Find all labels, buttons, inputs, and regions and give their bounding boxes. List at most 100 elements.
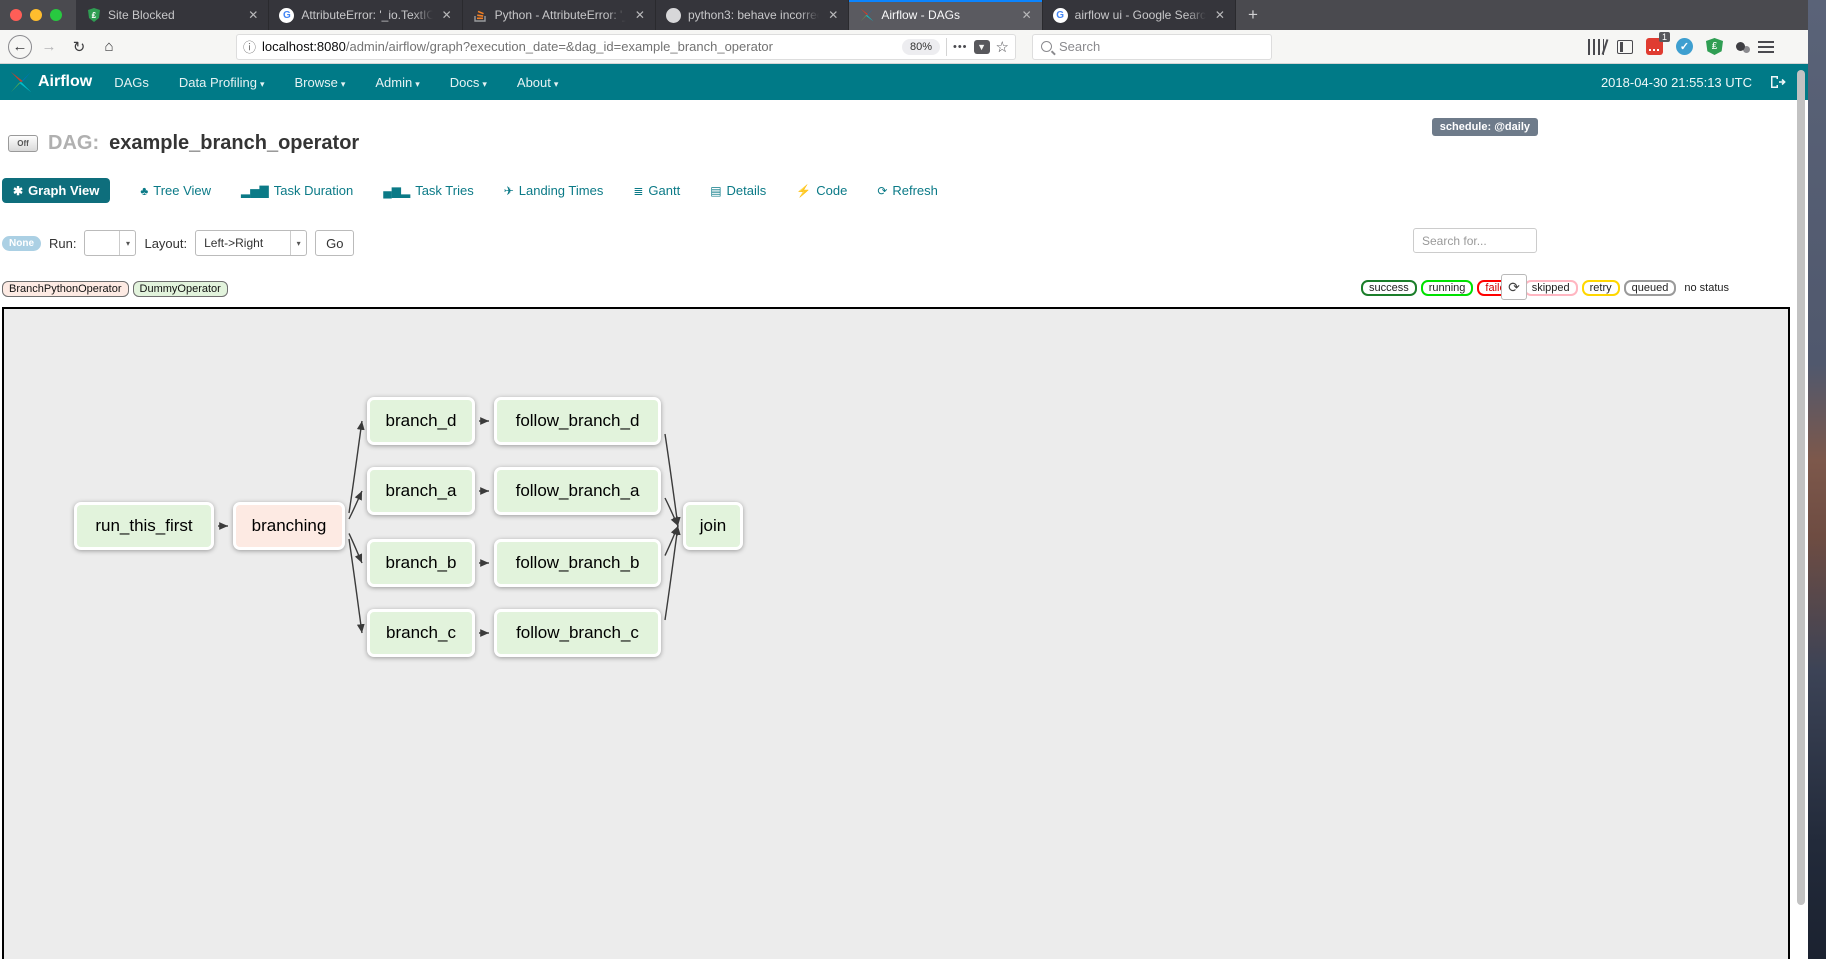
close-window-button[interactable] [10, 9, 22, 21]
nav-item-data-profiling[interactable]: Data Profiling▾ [179, 75, 265, 90]
logout-icon[interactable] [1770, 75, 1786, 89]
close-icon[interactable]: ✕ [440, 8, 454, 22]
forward-icon[interactable]: → [36, 34, 62, 60]
task-search-input[interactable]: Search for... [1413, 228, 1537, 253]
task-node-follow_branch_d[interactable]: follow_branch_d [494, 397, 661, 445]
zoom-window-button[interactable] [50, 9, 62, 21]
close-icon[interactable]: ✕ [246, 8, 260, 22]
chart-icon: ▄▆▂ [383, 184, 410, 198]
nav-item-docs[interactable]: Docs▾ [450, 75, 487, 90]
chevron-down-icon: ▾ [260, 79, 265, 89]
view-button-gantt[interactable]: ≣Gantt [633, 183, 680, 198]
search-icon [1041, 41, 1052, 52]
menu-icon[interactable] [1758, 41, 1774, 53]
reload-icon[interactable]: ↻ [66, 34, 92, 60]
site-info-icon[interactable]: ⓘ [243, 37, 256, 56]
nav-item-label: DAGs [114, 75, 149, 90]
status-legend: successrunningfailedskippedretryqueuedno… [1361, 280, 1733, 296]
task-node-branch_c[interactable]: branch_c [367, 609, 475, 657]
task-node-run_this_first[interactable]: run_this_first [74, 502, 214, 550]
extension-blue-icon[interactable]: ✓ [1676, 38, 1693, 55]
browser-tab-3[interactable]: Python - AttributeError: '_io.Te ✕ [463, 0, 656, 30]
close-icon[interactable]: ✕ [1020, 8, 1034, 22]
browser-tab-1[interactable]: ₤ Site Blocked ✕ [76, 0, 269, 30]
chevron-down-icon: ▾ [482, 79, 487, 89]
view-button-landing-times[interactable]: ✈Landing Times [504, 183, 604, 198]
tab-title: Site Blocked [108, 8, 239, 22]
svg-text:₤: ₤ [91, 11, 96, 20]
go-button[interactable]: Go [315, 230, 354, 256]
extension-shield-icon[interactable]: ₤ [1706, 38, 1723, 55]
chevron-down-icon: ▾ [415, 79, 420, 89]
chevron-down-icon: ▾ [554, 79, 559, 89]
browser-search-field[interactable]: Search [1032, 34, 1272, 60]
status-badge-queued: queued [1624, 280, 1677, 296]
status-badge-no-status: no status [1680, 282, 1733, 294]
pocket-icon[interactable]: ▼ [974, 40, 990, 54]
library-icon[interactable] [1588, 39, 1604, 55]
dag-edge-branching-to-branch_d [349, 421, 362, 513]
url-bar[interactable]: ⓘ localhost:8080/admin/airflow/graph?exe… [236, 34, 1016, 60]
view-button-refresh[interactable]: ⟳Refresh [877, 183, 938, 198]
google-icon: G [279, 8, 294, 23]
task-node-branch_d[interactable]: branch_d [367, 397, 475, 445]
new-tab-button[interactable]: + [1236, 0, 1270, 30]
minimize-window-button[interactable] [30, 9, 42, 21]
graph-controls: None Run: ▾ Layout: Left->Right ▾ Go [2, 230, 354, 256]
back-icon[interactable]: ← [8, 35, 32, 59]
layout-label: Layout: [144, 236, 187, 251]
chevron-down-icon: ▾ [341, 79, 346, 89]
nav-item-admin[interactable]: Admin▾ [375, 75, 419, 90]
tab-title: Python - AttributeError: '_io.Te [495, 8, 626, 22]
view-button-label: Details [727, 183, 767, 198]
bookmark-star-icon[interactable]: ☆ [996, 38, 1009, 56]
task-node-branch_b[interactable]: branch_b [367, 539, 475, 587]
extension-adblock-icon[interactable]: 1 [1646, 38, 1663, 55]
shield-icon: ₤ [86, 8, 101, 23]
page-scrollbar[interactable] [1797, 70, 1805, 905]
chevron-down-icon: ▾ [290, 231, 306, 255]
task-node-branch_a[interactable]: branch_a [367, 467, 475, 515]
browser-tab-5[interactable]: Airflow - DAGs✕ [849, 0, 1042, 30]
view-button-label: Landing Times [519, 183, 604, 198]
view-button-task-tries[interactable]: ▄▆▂Task Tries [383, 183, 473, 198]
browser-tab-bar: ₤Site Blocked✕GAttributeError: '_io.Text… [0, 0, 1808, 30]
zoom-level-badge[interactable]: 80% [902, 39, 940, 55]
task-node-follow_branch_a[interactable]: follow_branch_a [494, 467, 661, 515]
nav-item-about[interactable]: About▾ [517, 75, 559, 90]
task-node-follow_branch_b[interactable]: follow_branch_b [494, 539, 661, 587]
graph-refresh-button[interactable]: ⟳ [1501, 274, 1527, 300]
view-button-graph-view[interactable]: ✱Graph View [2, 178, 110, 203]
task-node-join[interactable]: join [683, 502, 743, 550]
browser-tab-4[interactable]: python3: behave incorrectly mo✕ [656, 0, 849, 30]
base-date-badge: None [2, 236, 41, 251]
stackoverflow-icon [473, 8, 488, 23]
nav-item-browse[interactable]: Browse▾ [294, 75, 345, 90]
nav-item-dags[interactable]: DAGs [114, 75, 149, 90]
close-icon[interactable]: ✕ [633, 8, 647, 22]
sidebar-icon[interactable] [1617, 40, 1633, 54]
dag-pause-toggle[interactable]: Off [8, 135, 38, 152]
nav-item-label: About [517, 75, 551, 90]
home-icon[interactable]: ⌂ [96, 34, 122, 60]
layout-select[interactable]: Left->Right ▾ [195, 230, 307, 256]
view-button-task-duration[interactable]: ▂▅▇ Task Duration [241, 183, 353, 198]
view-button-details[interactable]: ▤Details [710, 183, 766, 198]
browser-tab-2[interactable]: GAttributeError: '_io.TextIOWrapp✕ [269, 0, 462, 30]
bar-chart-icon: ▂▅▇ [241, 184, 269, 198]
refresh-icon: ⟳ [877, 184, 887, 198]
extension-ghostery-icon[interactable] [1736, 42, 1745, 51]
close-icon[interactable]: ✕ [826, 8, 840, 22]
view-button-tree-view[interactable]: ♣Tree View [140, 183, 211, 198]
airflow-brand[interactable]: Airflow [10, 71, 92, 93]
page-actions-icon[interactable]: ••• [953, 41, 968, 53]
view-button-code[interactable]: ⚡Code [796, 183, 847, 198]
gantt-icon: ≣ [633, 184, 643, 198]
browser-tab-6[interactable]: Gairflow ui - Google Search✕ [1043, 0, 1236, 30]
view-button-label: Task Duration [274, 183, 353, 198]
dag-graph-canvas[interactable]: run_this_first branching branch_d follow_br… [2, 307, 1790, 959]
task-node-branching[interactable]: branching [233, 502, 345, 550]
close-icon[interactable]: ✕ [1213, 8, 1227, 22]
run-select[interactable]: ▾ [84, 230, 136, 256]
task-node-follow_branch_c[interactable]: follow_branch_c [494, 609, 661, 657]
